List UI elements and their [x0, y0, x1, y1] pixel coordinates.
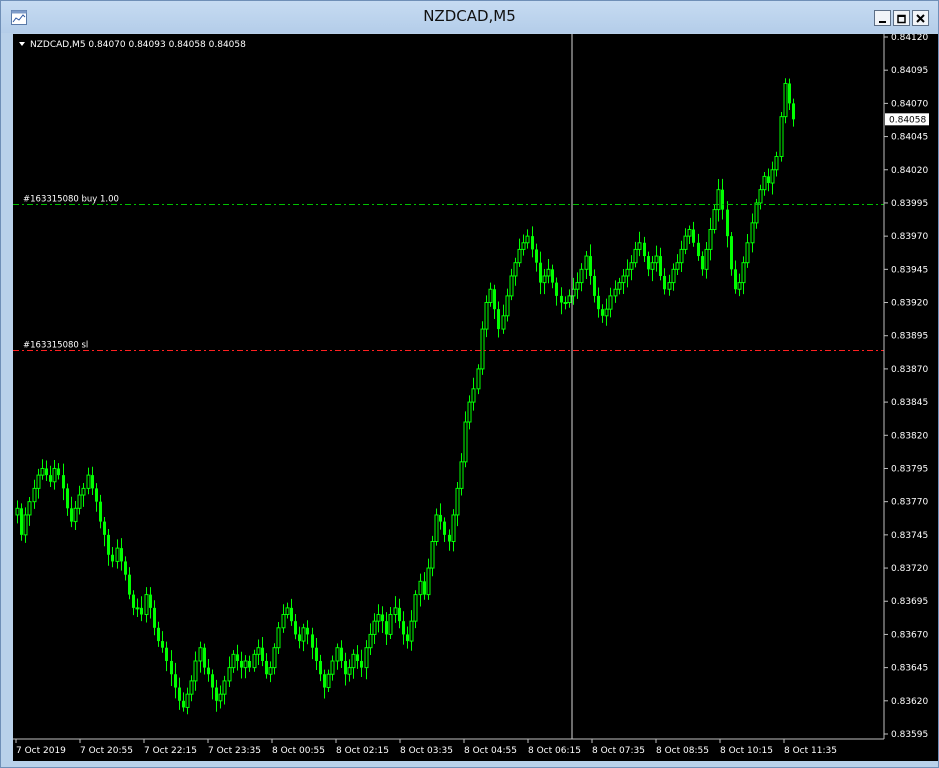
price-tick-label: 0.83845 — [891, 398, 928, 408]
current-price-label: 0.84058 — [889, 115, 926, 125]
price-chart[interactable]: #163315080 buy 1.00 #163315080 sl 0.84120… — [13, 33, 938, 761]
price-tick-label: 0.83870 — [891, 365, 928, 375]
price-tick-label: 0.84045 — [891, 133, 928, 143]
price-tick-label: 0.83645 — [891, 664, 928, 674]
price-tick-label: 0.83670 — [891, 630, 928, 640]
price-tick-label: 0.83745 — [891, 531, 928, 541]
close-icon — [916, 14, 925, 23]
chart-area[interactable]: #163315080 buy 1.00 #163315080 sl 0.84120… — [13, 33, 938, 761]
price-tick-label: 0.84070 — [891, 99, 928, 109]
time-tick-label: 8 Oct 10:15 — [720, 746, 773, 756]
price-tick-label: 0.83770 — [891, 498, 928, 508]
time-tick-label: 8 Oct 00:55 — [272, 746, 325, 756]
candle — [783, 78, 788, 124]
time-tick-label: 8 Oct 08:55 — [656, 746, 709, 756]
price-tick-label: 0.83620 — [891, 697, 928, 707]
time-tick-label: 8 Oct 02:15 — [336, 746, 389, 756]
candle — [730, 232, 733, 276]
candle — [779, 112, 784, 162]
time-tick-label: 7 Oct 22:15 — [144, 746, 197, 756]
minimize-button[interactable] — [874, 10, 891, 26]
title-bar[interactable]: NZDCAD,M5 — [1, 1, 938, 33]
order-line-label: #163315080 sl — [23, 341, 88, 351]
price-tick-label: 0.83795 — [891, 464, 928, 474]
price-tick-label: 0.84120 — [891, 34, 928, 43]
price-tick-label: 0.83720 — [891, 564, 928, 574]
time-tick-label: 8 Oct 07:35 — [592, 746, 645, 756]
price-tick-label: 0.83970 — [891, 232, 928, 242]
time-tick-label: 8 Oct 11:35 — [784, 746, 837, 756]
time-tick-label: 8 Oct 04:55 — [464, 746, 517, 756]
candle — [480, 321, 485, 375]
price-tick-label: 0.83920 — [891, 299, 928, 309]
price-tick-label: 0.83820 — [891, 431, 928, 441]
price-tick-label: 0.83945 — [891, 265, 928, 275]
price-tick-label: 0.83895 — [891, 332, 928, 342]
time-tick-label: 7 Oct 20:55 — [80, 746, 133, 756]
time-tick-label: 7 Oct 23:35 — [208, 746, 261, 756]
close-button[interactable] — [912, 10, 929, 26]
price-tick-label: 0.84095 — [891, 66, 928, 76]
window-title: NZDCAD,M5 — [423, 7, 516, 25]
price-tick-label: 0.83995 — [891, 199, 928, 209]
time-tick-label: 8 Oct 03:35 — [400, 746, 453, 756]
time-tick-label: 8 Oct 06:15 — [528, 746, 581, 756]
symbol-info-label: NZDCAD,M5 0.84070 0.84093 0.84058 0.8405… — [30, 40, 246, 50]
order-line-label: #163315080 buy 1.00 — [23, 195, 119, 205]
minimize-icon — [879, 21, 886, 23]
price-tick-label: 0.83595 — [891, 730, 928, 740]
time-tick-label: 7 Oct 2019 — [16, 746, 66, 756]
price-tick-label: 0.84020 — [891, 166, 928, 176]
restore-button[interactable] — [893, 10, 910, 26]
current-price-tag: 0.84058 — [885, 113, 929, 126]
restore-icon — [897, 14, 906, 24]
price-tick-label: 0.83695 — [891, 597, 928, 607]
chart-window: NZDCAD,M5 #163315080 buy 1.00 #163315080 … — [0, 0, 939, 768]
